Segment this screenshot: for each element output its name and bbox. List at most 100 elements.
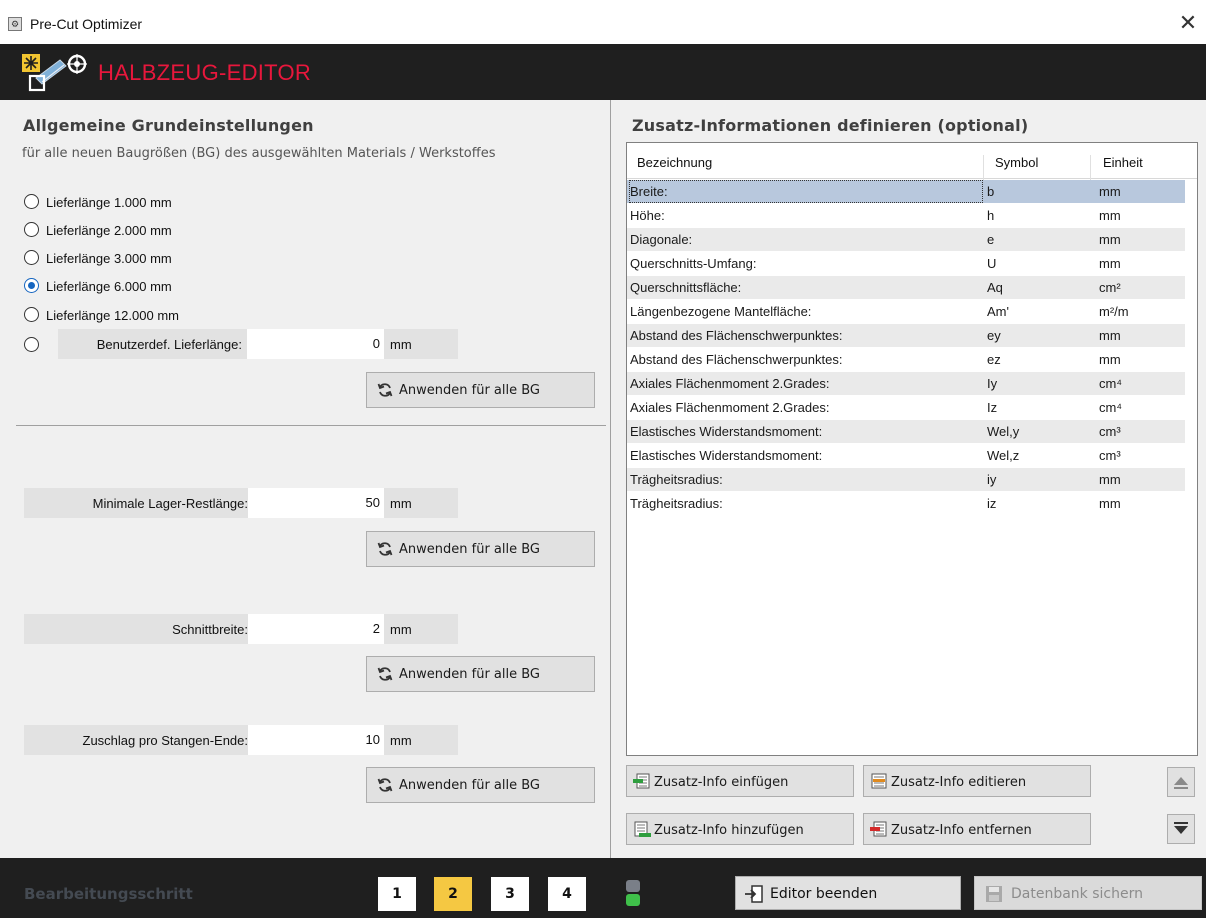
cell-unit: mm [1099, 232, 1121, 247]
table-row[interactable]: Trägheitsradius: iz mm [627, 492, 1185, 515]
end-allowance-unit: mm [390, 733, 412, 748]
save-database-button[interactable]: Datenbank sichern [974, 876, 1202, 910]
cell-unit: mm [1099, 496, 1121, 511]
table-row[interactable]: Trägheitsradius: iy mm [627, 468, 1185, 491]
cell-name: Trägheitsradius: [630, 472, 723, 487]
cell-name: Axiales Flächenmoment 2.Grades: [630, 376, 830, 391]
editor-header: HALBZEUG-EDITOR [0, 44, 1206, 100]
insert-extra-info-button[interactable]: Zusatz-Info einfügen [626, 765, 854, 797]
cut-width-unit: mm [390, 622, 412, 637]
cell-symbol: h [987, 208, 995, 223]
cell-symbol: ey [987, 328, 1001, 343]
general-settings-heading: Allgemeine Grundeinstellungen [23, 116, 314, 135]
cell-unit: mm [1099, 184, 1121, 199]
apply-all-delivery-length-button[interactable]: Anwenden für alle BG [366, 372, 595, 408]
save-database-label: Datenbank sichern [1011, 886, 1143, 902]
move-up-button[interactable] [1167, 767, 1195, 797]
table-row[interactable]: Diagonale: e mm [627, 228, 1185, 251]
exit-editor-button[interactable]: Editor beenden [735, 876, 961, 910]
apply-all-min-rest-button[interactable]: Anwenden für alle BG [366, 531, 595, 567]
add-extra-info-button[interactable]: Zusatz-Info hinzufügen [626, 813, 854, 845]
table-row[interactable]: Elastisches Widerstandsmoment: Wel,y cm³ [627, 420, 1185, 443]
cut-width-input[interactable]: 2 [248, 614, 384, 644]
custom-length-field: Benutzerdef. Lieferlänge: 0 mm [58, 329, 458, 359]
cell-unit: mm [1099, 352, 1121, 367]
cell-symbol: ez [987, 352, 1001, 367]
custom-length-input[interactable]: 0 [247, 329, 384, 359]
table-row[interactable]: Höhe: h mm [627, 204, 1185, 227]
column-header-symbol[interactable]: Symbol [995, 155, 1038, 170]
move-down-button[interactable] [1167, 814, 1195, 844]
column-header-name[interactable]: Bezeichnung [637, 155, 712, 170]
table-row[interactable]: Elastisches Widerstandsmoment: Wel,z cm³ [627, 444, 1185, 467]
cell-name: Querschnittsfläche: [630, 280, 742, 295]
apply-all-allowance-button[interactable]: Anwenden für alle BG [366, 767, 595, 803]
general-settings-panel: Allgemeine Grundeinstellungen für alle n… [8, 100, 611, 858]
database-status-icon [626, 880, 640, 906]
table-row[interactable]: Abstand des Flächenschwerpunktes: ey mm [627, 324, 1185, 347]
step-label: Bearbeitungsschritt [24, 885, 193, 903]
add-row-icon [634, 821, 651, 837]
window-title: Pre-Cut Optimizer [30, 16, 143, 32]
cell-name: Trägheitsradius: [630, 496, 723, 511]
table-row[interactable]: Querschnittsfläche: Aq cm² [627, 276, 1185, 299]
end-allowance-field: Zuschlag pro Stangen-Ende: 10 mm [24, 725, 458, 755]
cell-unit: mm [1099, 328, 1121, 343]
divider [16, 425, 606, 426]
cell-name: Elastisches Widerstandsmoment: [630, 424, 823, 439]
table-row[interactable]: Axiales Flächenmoment 2.Grades: Iz cm⁴ [627, 396, 1185, 419]
cell-symbol: U [987, 256, 997, 271]
radio-label: Lieferlänge 3.000 mm [46, 251, 172, 266]
close-icon[interactable]: ✕ [1176, 10, 1200, 36]
radio-circle[interactable] [24, 194, 39, 209]
radio-circle-checked[interactable] [24, 278, 39, 293]
radio-circle[interactable] [24, 337, 39, 352]
window-titlebar: ⚙ Pre-Cut Optimizer ✕ [0, 0, 1206, 44]
table-row[interactable]: Längenbezogene Mantelfläche: Am' m²/m [627, 300, 1185, 323]
step-3-button[interactable]: 3 [491, 877, 529, 911]
refresh-icon [377, 667, 393, 681]
edit-extra-info-button[interactable]: Zusatz-Info editieren [863, 765, 1091, 797]
radio-circle[interactable] [24, 250, 39, 265]
cell-name: Längenbezogene Mantelfläche: [630, 304, 812, 319]
apply-button-label: Anwenden für alle BG [399, 778, 541, 793]
cell-unit: cm² [1099, 280, 1121, 295]
radio-circle[interactable] [24, 222, 39, 237]
cell-name: Abstand des Flächenschwerpunktes: [630, 352, 843, 367]
custom-length-label: Benutzerdef. Lieferlänge: [96, 337, 242, 352]
table-header: Bezeichnung Symbol Einheit [627, 143, 1197, 191]
refresh-icon [377, 542, 393, 556]
table-row[interactable]: Axiales Flächenmoment 2.Grades: Iy cm⁴ [627, 372, 1185, 395]
remove-extra-info-button[interactable]: Zusatz-Info entfernen [863, 813, 1091, 845]
cell-unit: cm⁴ [1099, 400, 1122, 415]
column-header-unit[interactable]: Einheit [1103, 155, 1143, 170]
remove-row-icon [870, 821, 887, 837]
step-1-button[interactable]: 1 [378, 877, 416, 911]
cell-symbol: Am' [987, 304, 1009, 319]
min-rest-length-input[interactable]: 50 [248, 488, 384, 518]
radio-circle[interactable] [24, 307, 39, 322]
save-disk-icon [986, 886, 1002, 902]
radio-label: Lieferlänge 1.000 mm [46, 195, 172, 210]
cell-symbol: Iz [987, 400, 998, 415]
end-allowance-label: Zuschlag pro Stangen-Ende: [82, 733, 249, 748]
apply-all-cut-width-button[interactable]: Anwenden für alle BG [366, 656, 595, 692]
step-2-button[interactable]: 2 [434, 877, 472, 911]
min-rest-length-label: Minimale Lager-Restlänge: [92, 496, 248, 511]
cell-symbol: Wel,z [987, 448, 1020, 463]
button-label: Zusatz-Info einfügen [654, 775, 789, 790]
apply-button-label: Anwenden für alle BG [399, 383, 541, 398]
exit-editor-icon [745, 885, 763, 903]
cell-name: Querschnitts-Umfang: [630, 256, 757, 271]
cell-unit: mm [1099, 256, 1121, 271]
extra-info-panel: Zusatz-Informationen definieren (optiona… [611, 100, 1206, 858]
end-allowance-input[interactable]: 10 [248, 725, 384, 755]
halbzeug-logo-icon [22, 54, 87, 92]
cell-unit: cm³ [1099, 424, 1121, 439]
cell-name: Höhe: [630, 208, 665, 223]
extra-info-table[interactable]: Bezeichnung Symbol Einheit Breite: b mm Höh… [626, 142, 1198, 756]
table-row[interactable]: Querschnitts-Umfang: Umm [627, 252, 1185, 275]
table-row[interactable]: Breite: b mm [627, 180, 1185, 203]
table-row[interactable]: Abstand des Flächenschwerpunktes: ez mm [627, 348, 1185, 371]
step-4-button[interactable]: 4 [548, 877, 586, 911]
